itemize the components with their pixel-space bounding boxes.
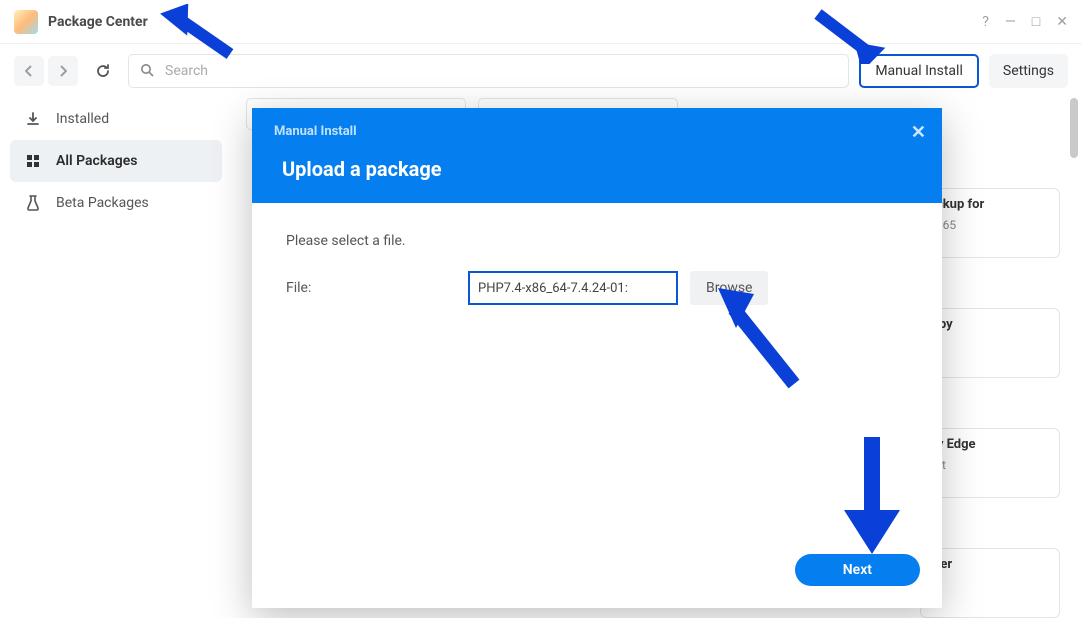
refresh-icon — [95, 63, 111, 79]
dialog-subtitle: Manual Install — [274, 124, 920, 139]
forward-button[interactable] — [48, 56, 78, 86]
refresh-button[interactable] — [88, 56, 118, 86]
file-label: File: — [286, 280, 456, 296]
close-icon: ✕ — [911, 122, 926, 143]
sidebar-item-label: Installed — [56, 111, 109, 127]
sidebar: Installed All Packages Beta Packages — [0, 98, 232, 613]
dialog-footer: Next — [252, 540, 942, 608]
dialog-body: Please select a file. File: Browse — [252, 203, 942, 540]
dialog-title: Upload a package — [282, 157, 920, 181]
manual-install-button[interactable]: Manual Install — [859, 54, 979, 88]
sidebar-item-label: All Packages — [56, 153, 137, 169]
next-button[interactable]: Next — [795, 554, 920, 586]
sidebar-item-installed[interactable]: Installed — [10, 98, 222, 140]
file-path-input[interactable] — [468, 271, 678, 305]
settings-button[interactable]: Settings — [989, 54, 1068, 88]
browse-button[interactable]: Browse — [690, 271, 768, 305]
download-icon — [24, 111, 42, 127]
sidebar-item-all-packages[interactable]: All Packages — [10, 140, 222, 182]
app-title: Package Center — [48, 14, 982, 30]
close-window-icon[interactable]: ✕ — [1056, 14, 1068, 30]
search-input[interactable] — [128, 54, 849, 88]
title-bar: Package Center ? — □ ✕ — [0, 0, 1082, 44]
manual-install-dialog: Manual Install Upload a package ✕ Please… — [252, 108, 942, 608]
beta-icon — [24, 195, 42, 211]
sidebar-item-beta-packages[interactable]: Beta Packages — [10, 182, 222, 224]
app-icon — [14, 10, 38, 34]
scrollbar[interactable] — [1070, 98, 1078, 158]
dialog-header: Manual Install Upload a package ✕ — [252, 108, 942, 203]
toolbar: Manual Install Settings — [0, 44, 1082, 98]
search-icon — [140, 62, 154, 81]
maximize-icon[interactable]: □ — [1032, 13, 1040, 30]
chevron-right-icon — [59, 65, 67, 77]
dialog-close-button[interactable]: ✕ — [911, 122, 926, 143]
grid-icon — [24, 154, 42, 168]
back-button[interactable] — [14, 56, 44, 86]
instruction-text: Please select a file. — [286, 233, 908, 249]
sidebar-item-label: Beta Packages — [56, 195, 149, 211]
chevron-left-icon — [25, 65, 33, 77]
minimize-icon[interactable]: — — [1005, 14, 1016, 30]
help-icon[interactable]: ? — [982, 14, 989, 30]
window-controls: ? — □ ✕ — [982, 13, 1068, 30]
